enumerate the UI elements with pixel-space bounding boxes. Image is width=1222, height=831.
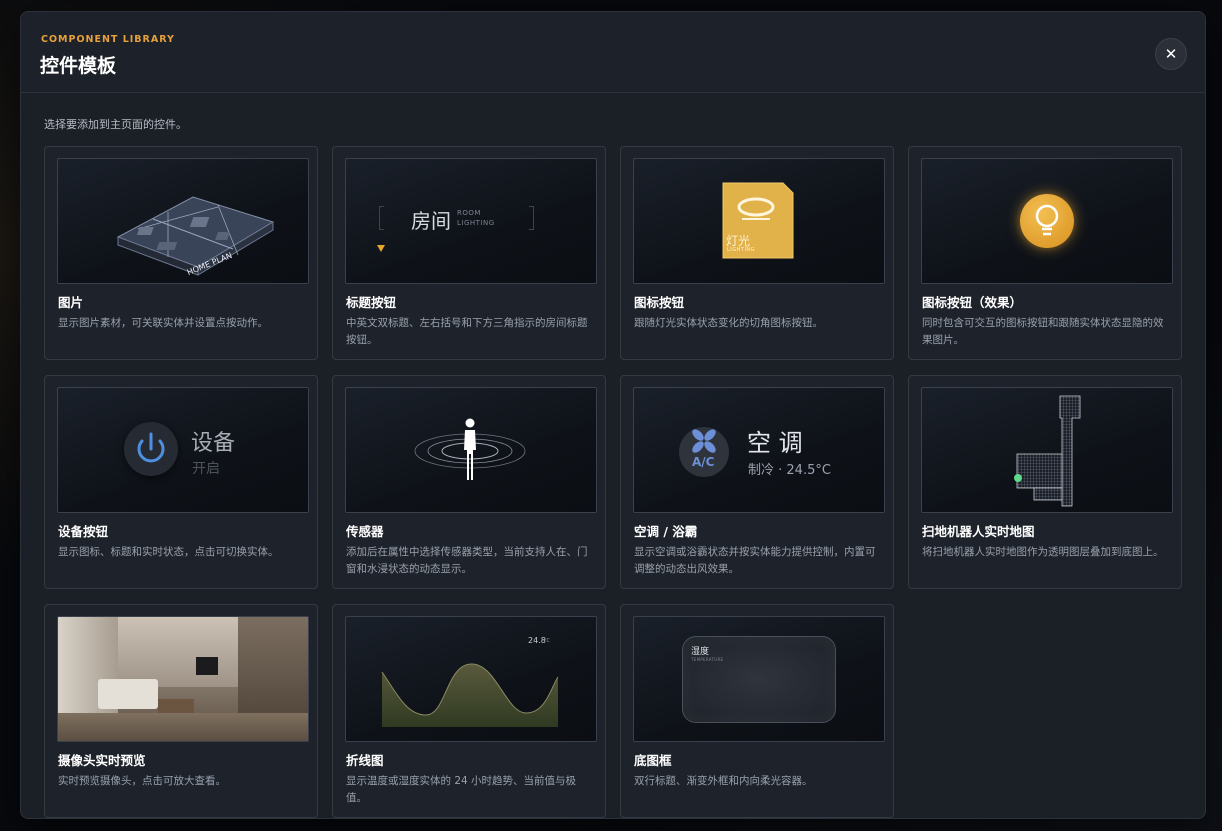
card-description: 中英文双标题、左右括号和下方三角指示的房间标题按钮。 [346,317,588,346]
ac-badge: A/C [692,455,715,469]
card-thumbnail: 湿度 TEMPERATURE [633,616,885,742]
ac-title: 空 调 [747,429,803,457]
robot-map-icon [1014,395,1081,507]
room-title-en: LIGHTING [457,219,495,227]
presence-sensor-graphic [414,418,526,480]
frame-title-en: TEMPERATURE [691,657,724,662]
icon-button-label-en: LIGHTING [727,247,756,253]
card-description: 实时预览摄像头，点击可放大查看。 [58,775,226,787]
card-description: 跟随灯光实体状态变化的切角图标按钮。 [634,317,823,329]
bracket-right [529,206,534,230]
close-icon: ✕ [1164,45,1178,63]
room-title-en: ROOM [457,209,481,217]
card-title: 空调 / 浴霸 [634,524,698,539]
device-state: 开启 [192,461,220,477]
card-description: 同时包含可交互的图标按钮和跟随实体状态显隐的效果图片。 [922,317,1164,346]
component-card-sensor[interactable]: 传感器 添加后在属性中选择传感器类型，当前支持人在、门窗和水浸状态的动态显示。 [332,375,606,589]
card-thumbnail [921,387,1173,513]
camera-preview [57,616,309,742]
card-title: 图标按钮 [634,295,685,310]
card-title: 图标按钮（效果） [922,295,1023,310]
dialog-title: 控件模板 [40,55,117,77]
card-title: 标题按钮 [346,295,397,310]
floorplan-image: HOME PLAN [116,196,275,277]
component-card-title-button[interactable]: 房间 ROOM LIGHTING 标题按钮 中英文双标题、左右括号和下方三角指示… [332,146,606,360]
card-description: 显示空调或浴霸状态并按实体能力提供控制，内置可调整的动态出风效果。 [634,546,876,575]
component-card-ac[interactable]: A/C 空 调 制冷 · 24.5°C 空调 / 浴霸 显示空调或浴霸状态并按实… [620,375,894,589]
card-thumbnail: HOME PLAN [57,158,309,284]
lightbulb-icon [1035,204,1059,236]
component-card-image[interactable]: HOME PLAN 图片 显示图片素材，可关联实体并设置点按动作。 [44,146,318,360]
bracket-left [379,206,384,230]
card-thumbnail: 24.8 °C [345,616,597,742]
card-title: 设备按钮 [58,524,109,539]
room-title-cn: 房间 [411,209,451,233]
dialog-subtitle: 选择要添加到主页面的控件。 [44,118,187,131]
card-title: 折线图 [346,753,384,768]
triangle-indicator-icon [377,245,385,252]
component-library-dialog: COMPONENT LIBRARY 控件模板 ✕ 选择要添加到主页面的控件。 H… [20,11,1206,819]
device-title: 设备 [191,431,236,456]
close-button[interactable]: ✕ [1155,38,1187,70]
card-thumbnail: 房间 ROOM LIGHTING [345,158,597,284]
component-card-frame[interactable]: 湿度 TEMPERATURE 底图框 双行标题、渐变外框和内向柔光容器。 [620,604,894,818]
card-thumbnail: 设备 开启 [57,387,309,513]
component-card-line-chart[interactable]: 24.8 °C 折线图 显示温度或湿度实体的 24 小时趋势、当前值与极值。 [332,604,606,818]
component-card-robot-map[interactable]: 扫地机器人实时地图 将扫地机器人实时地图作为透明图层叠加到底图上。 [908,375,1182,589]
card-title: 扫地机器人实时地图 [922,524,1035,539]
dialog-eyebrow: COMPONENT LIBRARY [41,34,175,45]
card-thumbnail: 灯光 LIGHTING [633,158,885,284]
component-card-device-button[interactable]: 设备 开启 设备按钮 显示图标、标题和实时状态，点击可切换实体。 [44,375,318,589]
frame-title-cn: 湿度 [691,647,710,657]
dialog-header: COMPONENT LIBRARY 控件模板 ✕ [21,12,1205,93]
card-description: 双行标题、渐变外框和内向柔光容器。 [634,775,813,787]
power-icon [137,432,165,463]
ac-state: 制冷 · 24.5°C [748,463,831,478]
card-description: 将扫地机器人实时地图作为透明图层叠加到底图上。 [922,546,1164,558]
card-title: 底图框 [634,753,672,768]
card-title: 图片 [58,295,84,310]
card-thumbnail: A/C 空 调 制冷 · 24.5°C [633,387,885,513]
component-card-icon-button-effect[interactable]: 图标按钮（效果） 同时包含可交互的图标按钮和跟随实体状态显隐的效果图片。 [908,146,1182,360]
card-title: 摄像头实时预览 [58,753,146,768]
component-card-camera[interactable]: 摄像头实时预览 实时预览摄像头，点击可放大查看。 [44,604,318,818]
card-title: 传感器 [346,524,384,539]
card-thumbnail [345,387,597,513]
card-description: 显示温度或湿度实体的 24 小时趋势、当前值与极值。 [346,775,577,804]
person-icon [464,418,476,480]
card-description: 添加后在属性中选择传感器类型，当前支持人在、门窗和水浸状态的动态显示。 [346,546,588,575]
component-card-icon-button[interactable]: 灯光 LIGHTING 图标按钮 跟随灯光实体状态变化的切角图标按钮。 [620,146,894,360]
card-description: 显示图标、标题和实时状态，点击可切换实体。 [58,546,279,558]
card-description: 显示图片素材，可关联实体并设置点按动作。 [58,317,268,329]
chart-current-unit: °C [544,638,550,644]
trend-chart-graphic [381,663,559,727]
card-thumbnail [921,158,1173,284]
chamfered-icon-button [722,182,794,259]
